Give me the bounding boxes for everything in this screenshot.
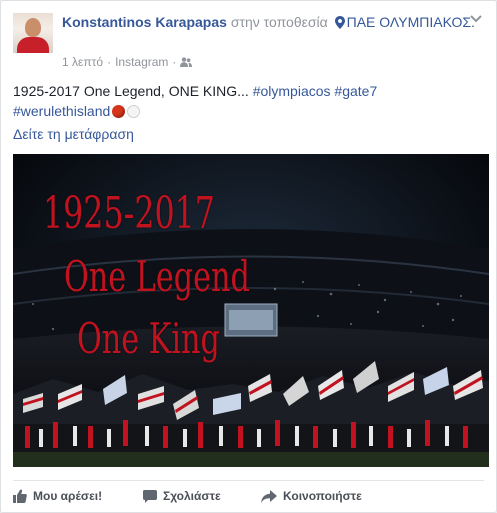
post-options-chevron-icon[interactable] [470,15,482,23]
post-meta: 1 λεπτό · Instagram · [62,55,193,69]
location-pin-icon [334,16,345,29]
comment-label: Σχολιάστε [163,489,221,503]
avatar-shirt [17,37,49,53]
share-label: Κοινοποιήστε [283,489,362,503]
like-button[interactable]: Μου αρέσει! [13,489,143,503]
action-divider [13,480,484,481]
author-avatar[interactable] [13,13,53,53]
comment-button[interactable]: Σχολιάστε [143,489,261,503]
meta-separator: · [107,55,112,69]
post-photo[interactable]: 1925-2017 One Legend One King [13,154,489,467]
post-timestamp-link[interactable]: 1 λεπτό [62,55,103,69]
see-translation-link[interactable]: Δείτε τη μετάφραση [13,125,134,143]
avatar-head [25,18,41,37]
post-action-bar: Μου αρέσει! Σχολιάστε Κοινοποιήστε [13,485,362,507]
photo-caption-years: 1925-2017 [43,188,215,239]
hashtag-link[interactable]: #werulethisland [13,103,110,119]
photo-caption-king: One King [77,314,220,363]
white-circle-emoji [127,105,141,118]
location-link[interactable]: ΠΑΕ ΟΛΥΜΠΙΑΚΟΣ. [347,14,475,30]
post-source: Instagram [115,55,169,69]
share-button[interactable]: Κοινοποιήστε [261,489,362,503]
red-circle-emoji [112,105,126,118]
like-label: Μου αρέσει! [33,489,103,503]
photo-caption-legend: One Legend [64,252,250,301]
post-header: Konstantinos Karapapas στην τοποθεσία ΠΑ… [62,13,482,32]
hashtag-link[interactable]: #gate7 [334,83,377,99]
thumbs-up-icon [13,489,27,503]
location-prefix: στην τοποθεσία [230,14,328,30]
hashtag-link[interactable]: #olympiacos [253,83,331,99]
meta-separator: · [172,55,177,69]
comment-icon [143,489,157,503]
post-card: Konstantinos Karapapas στην τοποθεσία ΠΑ… [0,0,497,513]
share-arrow-icon [261,489,277,503]
author-name-link[interactable]: Konstantinos Karapapas [62,14,227,30]
post-text-main: 1925-2017 One Legend, ONE KING... [13,83,249,99]
post-body: 1925-2017 One Legend, ONE KING... #olymp… [13,81,483,121]
friends-icon[interactable] [180,57,193,67]
